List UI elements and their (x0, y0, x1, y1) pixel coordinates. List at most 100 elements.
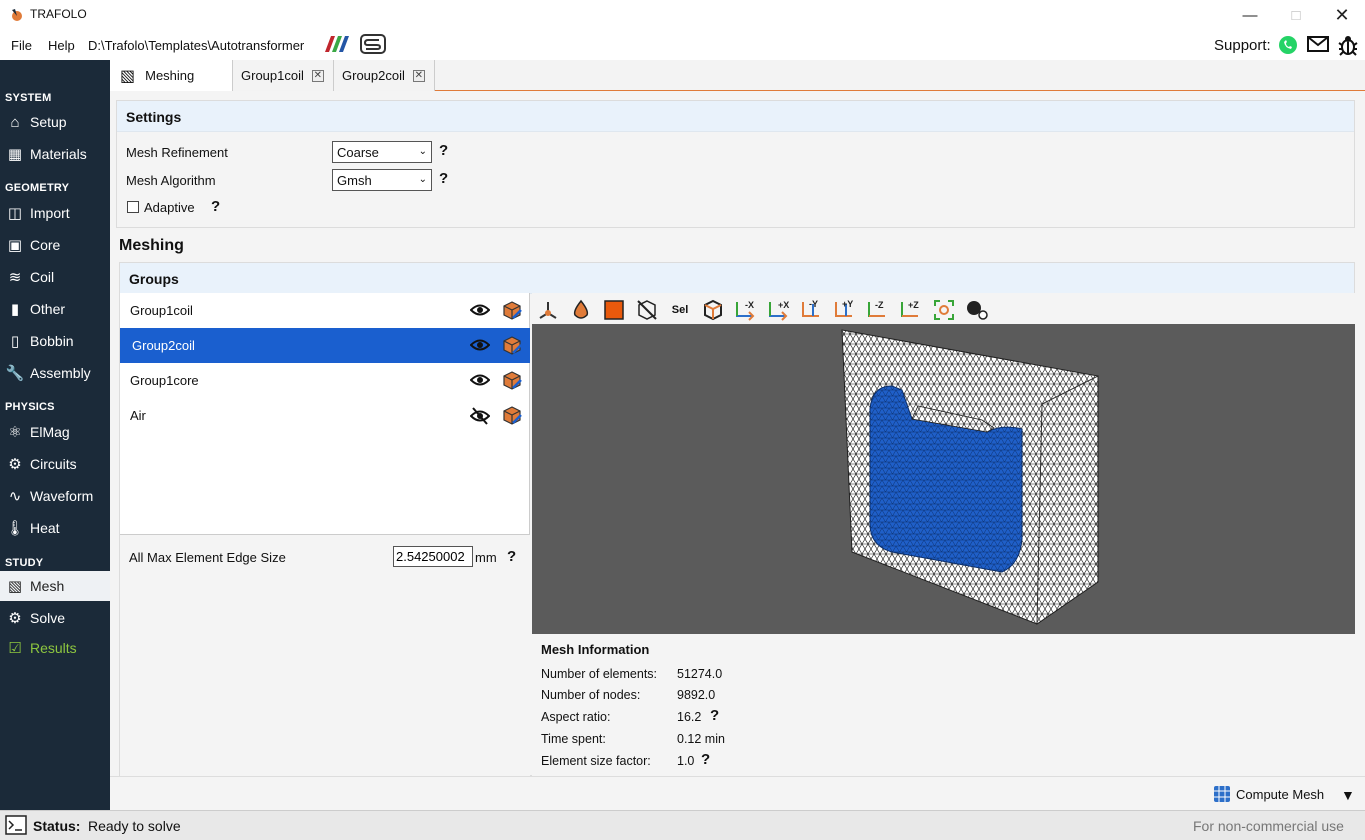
eye-icon[interactable] (469, 302, 491, 321)
sidebar-item-materials[interactable]: ▦ Materials (0, 139, 110, 169)
view-plus-z-icon[interactable]: +Z (898, 298, 924, 322)
sidebar-item-label: Bobbin (30, 333, 74, 349)
mesh-grid-icon (1214, 786, 1230, 802)
sidebar-item-label: Materials (30, 146, 87, 162)
tab-bar: ▧ Meshing Group1coil ✕ Group2coil ✕ (110, 60, 1365, 92)
sidebar-item-label: Heat (30, 520, 60, 536)
sidebar-item-heat[interactable]: 🌡 Heat (0, 513, 110, 543)
sidebar-item-coil[interactable]: ≋ Coil (0, 262, 110, 292)
mesh-algorithm-select[interactable]: Gmsh ⌄ (332, 169, 432, 191)
settings-title: Settings (117, 101, 1354, 132)
adaptive-checkbox[interactable] (127, 201, 139, 213)
help-icon[interactable]: ? (439, 170, 448, 187)
close-tab-icon[interactable]: ✕ (412, 69, 425, 82)
close-window-button[interactable]: ✕ (1319, 0, 1365, 30)
mesh-refinement-select[interactable]: Coarse ⌄ (332, 141, 432, 163)
minimize-button[interactable]: — (1227, 0, 1273, 30)
sidebar-item-solve[interactable]: ⚙ Solve (0, 603, 110, 633)
view-minus-x-icon[interactable]: -X (733, 298, 759, 322)
sidebar-item-label: Circuits (30, 456, 77, 472)
solid-view-icon[interactable] (601, 298, 627, 322)
select-button[interactable]: Sel (667, 298, 693, 322)
view-plus-x-icon[interactable]: +X (766, 298, 792, 322)
compute-mesh-button[interactable]: Compute Mesh (1213, 785, 1324, 803)
sidebar-item-core[interactable]: ▣ Core (0, 230, 110, 260)
section-system: SYSTEM (5, 92, 52, 104)
license-text: For non-commercial use (1193, 818, 1344, 834)
axes-triad-icon[interactable] (535, 298, 561, 322)
tab-group2coil[interactable]: Group2coil ✕ (334, 60, 435, 91)
view-plus-y-icon[interactable]: +Y (832, 298, 858, 322)
list-item[interactable]: Air (120, 398, 530, 433)
sidebar-item-setup[interactable]: ⌂ Setup (0, 107, 110, 137)
axis-label: -Y (809, 299, 818, 309)
support-label: Support: (1214, 37, 1271, 54)
eye-icon[interactable] (469, 372, 491, 391)
surface-color-icon[interactable] (568, 298, 594, 322)
menu-file[interactable]: File (11, 38, 32, 53)
core-icon: ▣ (7, 237, 23, 254)
sidebar-item-bobbin[interactable]: ▯ Bobbin (0, 326, 110, 356)
mesh-info-label: Element size factor: (541, 754, 651, 768)
mesh-settings-cube-icon[interactable] (502, 335, 522, 358)
atom-icon: ⚛ (8, 424, 22, 441)
tab-group1coil[interactable]: Group1coil ✕ (233, 60, 334, 91)
paraview-icon[interactable] (323, 35, 349, 56)
help-icon[interactable]: ? (439, 142, 448, 159)
mesh-refinement-label: Mesh Refinement (126, 145, 228, 160)
sidebar-item-circuits[interactable]: ⚙ Circuits (0, 449, 110, 479)
menu-help[interactable]: Help (48, 38, 75, 53)
eye-icon[interactable] (469, 337, 491, 356)
close-tab-icon[interactable]: ✕ (311, 69, 324, 82)
mesh-settings-cube-icon[interactable] (502, 300, 522, 323)
help-icon[interactable]: ? (701, 751, 710, 768)
probe-point-icon[interactable] (964, 298, 990, 322)
home-icon: ⌂ (10, 113, 20, 131)
sidebar-item-assembly[interactable]: 🔧 Assembly (0, 358, 110, 388)
zoom-fit-icon[interactable] (931, 298, 957, 322)
app-logo-icon (9, 7, 25, 23)
sidebar-item-label: Solve (30, 610, 66, 626)
mesh-info-value: 1.0 (677, 754, 695, 768)
sidebar-item-waveform[interactable]: ∿ Waveform (0, 481, 110, 511)
mesh-settings-cube-icon[interactable] (502, 370, 522, 393)
tab-meshing[interactable]: ▧ Meshing (110, 60, 233, 92)
list-item[interactable]: Group1coil (120, 293, 530, 328)
sidebar-item-label: Results (30, 640, 77, 656)
solver-icon[interactable] (360, 34, 386, 57)
bug-report-icon[interactable] (1337, 34, 1359, 59)
sidebar-item-import[interactable]: ◫ Import (0, 198, 110, 228)
axis-label: +X (778, 300, 789, 310)
mesh-cube-icon: ▧ (7, 578, 23, 595)
email-icon[interactable] (1307, 35, 1329, 56)
action-bar (110, 776, 1365, 810)
materials-grid-icon: ▦ (7, 146, 23, 163)
hide-cube-icon[interactable] (634, 298, 660, 322)
help-icon[interactable]: ? (710, 707, 719, 724)
axis-label: +Z (908, 300, 919, 310)
help-icon[interactable]: ? (211, 198, 220, 215)
mesh-info-label: Number of elements: (541, 667, 658, 681)
help-icon[interactable]: ? (507, 548, 516, 565)
import-icon: ◫ (7, 205, 23, 222)
sidebar-item-label: Import (30, 205, 70, 221)
sidebar-item-mesh[interactable]: ▧ Mesh (0, 571, 110, 601)
group-name: Group2coil (132, 338, 195, 353)
reset-cube-icon[interactable] (700, 298, 726, 322)
whatsapp-icon[interactable] (1278, 35, 1298, 58)
list-item[interactable]: Group1core (120, 363, 530, 398)
sidebar-item-results[interactable]: ☑ Results (0, 633, 110, 663)
wrench-icon: 🔧 (5, 365, 25, 382)
expand-down-icon[interactable]: ▼ (1341, 787, 1355, 803)
view-minus-y-icon[interactable]: -Y (799, 298, 825, 322)
terminal-icon (5, 815, 27, 838)
view-minus-z-icon[interactable]: -Z (865, 298, 891, 322)
mesh-settings-cube-icon[interactable] (502, 405, 522, 428)
sidebar-item-other[interactable]: ▮ Other (0, 294, 110, 324)
list-item[interactable]: Group2coil (120, 328, 530, 363)
maximize-button[interactable]: □ (1273, 0, 1319, 30)
edge-size-input[interactable] (393, 546, 473, 567)
sidebar-item-elmag[interactable]: ⚛ ElMag (0, 417, 110, 447)
mesh-viewport[interactable] (532, 324, 1355, 634)
eye-hidden-icon[interactable] (469, 407, 491, 428)
